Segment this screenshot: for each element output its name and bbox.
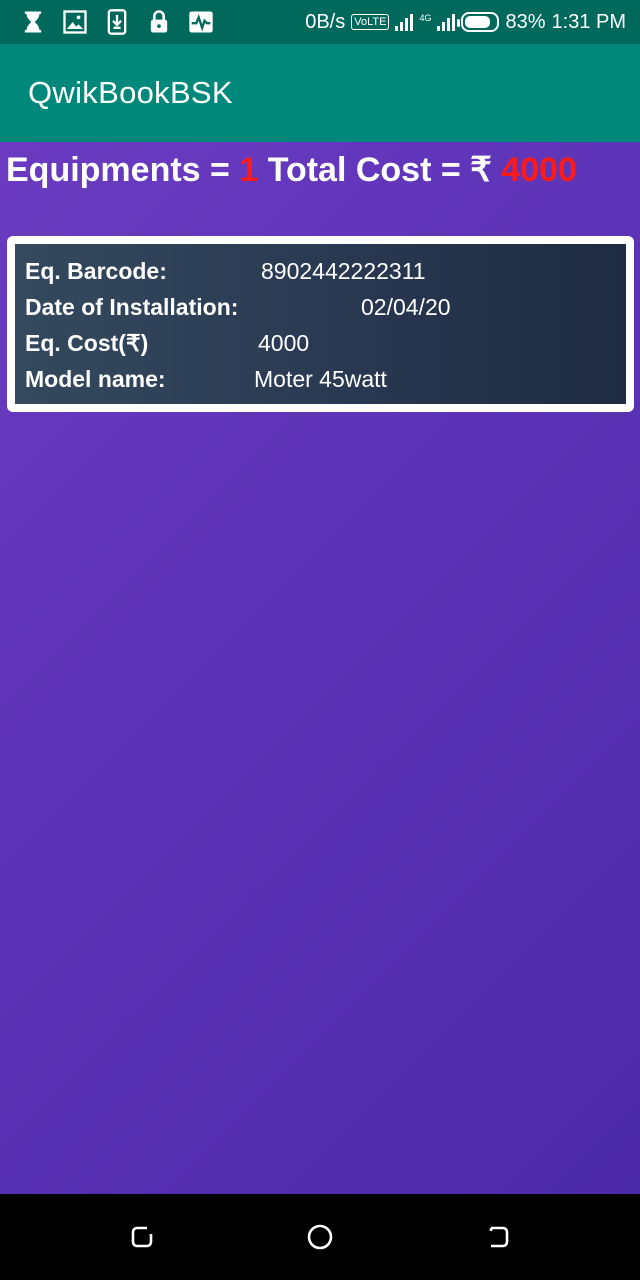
- total-cost-label: Total Cost = ₹: [258, 151, 502, 189]
- cost-row: Eq. Cost(₹) 4000: [25, 330, 616, 366]
- recent-apps-icon[interactable]: [127, 1222, 157, 1252]
- status-bar: 0B/s VoLTE 4G 83% 1:31 PM: [0, 0, 640, 44]
- cost-value: 4000: [258, 330, 310, 356]
- equipments-label: Equipments =: [6, 151, 240, 189]
- app-title: QwikBookBSK: [28, 75, 233, 110]
- activity-icon: [186, 7, 216, 37]
- equipment-summary: Equipments = 1 Total Cost = ₹ 4000: [6, 150, 577, 190]
- total-cost-value: 4000: [501, 151, 577, 189]
- image-icon: [60, 7, 90, 37]
- equipments-count: 1: [239, 151, 259, 189]
- data-speed: 0B/s: [305, 10, 346, 33]
- battery-percent: 83%: [505, 10, 546, 33]
- download-icon: [102, 7, 132, 37]
- home-icon[interactable]: [305, 1222, 335, 1252]
- signal-icon: [395, 13, 414, 31]
- model-row: Model name: Moter 45watt: [25, 366, 616, 402]
- back-icon[interactable]: [483, 1222, 513, 1252]
- model-value: Moter 45watt: [254, 366, 387, 392]
- app-bar: QwikBookBSK: [0, 44, 640, 142]
- equipment-card[interactable]: Eq. Barcode: 8902442222311 Date of Insta…: [7, 236, 634, 412]
- volte-badge: VoLTE: [351, 14, 390, 30]
- navigation-bar: [0, 1194, 640, 1280]
- barcode-row: Eq. Barcode: 8902442222311: [25, 258, 616, 294]
- main-content: Equipments = 1 Total Cost = ₹ 4000 Eq. B…: [0, 142, 640, 1194]
- lock-icon: [144, 7, 174, 37]
- barcode-value: 8902442222311: [261, 258, 426, 284]
- barcode-label: Eq. Barcode:: [25, 258, 167, 284]
- hourglass-icon: [18, 7, 48, 37]
- notification-icons: [18, 7, 216, 37]
- network-type: 4G: [419, 12, 432, 23]
- install-date-row: Date of Installation: 02/04/20: [25, 294, 616, 330]
- battery-icon: [457, 12, 500, 32]
- model-label: Model name:: [25, 366, 166, 392]
- install-date-label: Date of Installation:: [25, 294, 239, 320]
- cost-label: Eq. Cost(₹): [25, 330, 149, 356]
- install-date-value: 02/04/20: [361, 294, 451, 320]
- system-status: 0B/s VoLTE 4G 83% 1:31 PM: [305, 11, 626, 34]
- signal-icon-2: [437, 13, 456, 31]
- equipment-card-body: Eq. Barcode: 8902442222311 Date of Insta…: [15, 244, 626, 404]
- clock: 1:31 PM: [551, 10, 626, 33]
